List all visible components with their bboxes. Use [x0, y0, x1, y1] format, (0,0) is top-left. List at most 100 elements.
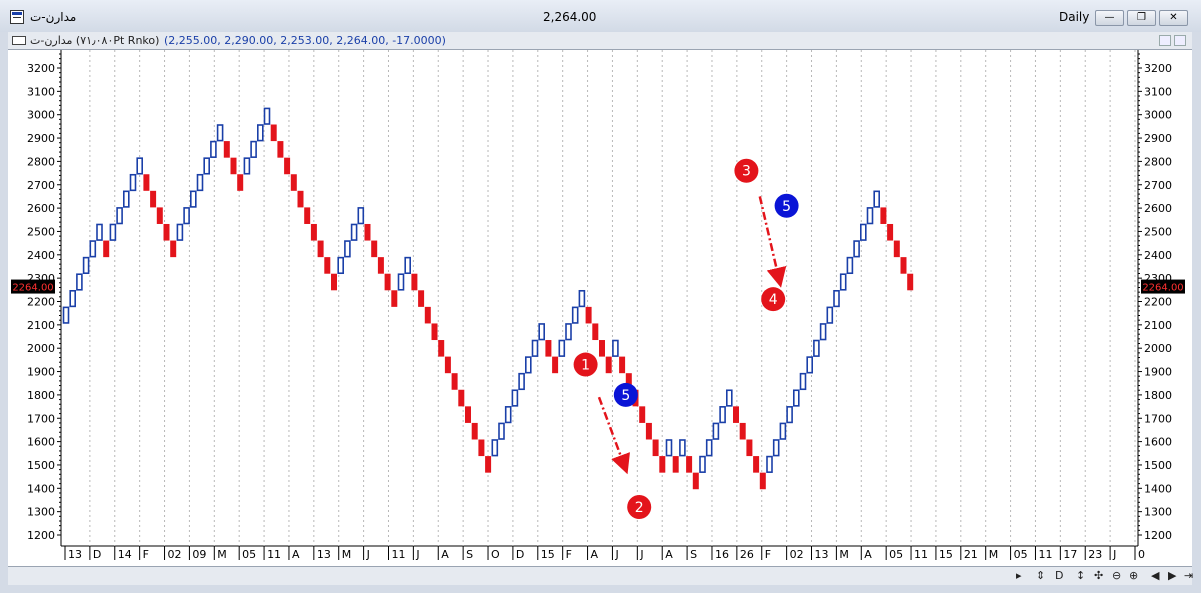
renko-brick-down: [605, 356, 612, 374]
series-window-icon[interactable]: [12, 36, 26, 45]
renko-brick-down: [438, 340, 445, 357]
x-tick-label: S: [466, 548, 473, 561]
scroll-next-icon[interactable]: ▶: [1168, 569, 1176, 582]
y-tick-label-right: 1500: [1144, 459, 1172, 472]
trend-arrow: [597, 396, 630, 475]
renko-brick-up: [665, 439, 673, 457]
renko-brick-down: [585, 306, 592, 324]
renko-brick-up: [89, 240, 97, 258]
renko-brick-up: [243, 157, 251, 175]
renko-brick-up: [873, 190, 881, 208]
y-tick-label-left: 2200: [27, 296, 55, 309]
renko-brick-down: [893, 240, 900, 258]
renko-brick-up: [76, 273, 83, 291]
x-tick-label: A: [665, 548, 673, 561]
y-tick-label-left: 3100: [27, 85, 55, 98]
y-tick-label-left: 2400: [27, 249, 55, 262]
x-tick-label: 16: [715, 548, 729, 561]
renko-brick-down: [310, 223, 317, 241]
renko-chart[interactable]: 13 D 14 F 02 09 M 05 11 A 13 M J 11 J A S O D 15 F A J J A S 16 26 F…: [8, 50, 1192, 566]
y-tick-label-right: 2700: [1144, 179, 1172, 192]
fit-vertical-icon[interactable]: ⇕: [1036, 569, 1045, 582]
x-tick-label: 17: [1063, 548, 1077, 561]
zoom-in-icon[interactable]: ⊕: [1129, 569, 1138, 582]
pan-icon[interactable]: ✣: [1094, 569, 1103, 582]
x-tick-label: 05: [889, 548, 903, 561]
renko-brick-up: [196, 173, 204, 192]
y-tick-label-left: 2500: [27, 225, 55, 238]
renko-brick-down: [331, 273, 337, 291]
annotation-marker-4: 4: [761, 287, 786, 312]
renko-brick-down: [270, 124, 277, 142]
annotation-label: 2: [635, 500, 644, 516]
renko-brick-down: [619, 356, 626, 374]
scale-icon[interactable]: ↕: [1076, 569, 1085, 582]
annotation-label: 4: [769, 292, 778, 308]
renko-brick-down: [324, 257, 331, 274]
renko-brick-down: [297, 190, 304, 208]
annotation-marker-2: 2: [627, 494, 652, 519]
renko-brick-up: [779, 422, 787, 440]
renko-brick-up: [109, 223, 117, 241]
data-window-icon[interactable]: D: [1055, 569, 1063, 582]
renko-brick-up: [705, 439, 713, 457]
renko-brick-up: [62, 306, 70, 324]
y-tick-label-right: 3100: [1144, 85, 1172, 98]
scroll-end-icon[interactable]: ⇥: [1184, 569, 1193, 582]
renko-brick-up: [190, 190, 197, 208]
x-tick-label: 02: [790, 548, 804, 561]
annotation-label: 5: [782, 199, 791, 215]
renko-brick-down: [411, 273, 418, 291]
y-tick-label-left: 2900: [27, 132, 55, 145]
renko-brick-down: [284, 157, 291, 175]
y-tick-label-right: 2400: [1144, 249, 1172, 262]
renko-brick-up: [498, 422, 505, 440]
chart-area[interactable]: 13 D 14 F 02 09 M 05 11 A 13 M J 11 J A S O D 15 F A J J A S 16 26 F…: [8, 50, 1192, 566]
y-tick-label-right: 2800: [1144, 155, 1172, 168]
x-tick-label: J: [614, 548, 618, 561]
last-value-marker-right: 2264.00: [1141, 279, 1185, 294]
pane-close-button[interactable]: [1174, 35, 1186, 46]
pane-maximize-button[interactable]: [1159, 35, 1171, 46]
x-tick-label: 15: [939, 548, 953, 561]
y-tick-label-right: 2500: [1144, 225, 1172, 238]
x-tick-label: 11: [391, 548, 405, 561]
renko-brick-up: [350, 223, 358, 241]
renko-brick-up: [792, 389, 800, 407]
zoom-out-icon[interactable]: ⊖: [1112, 569, 1121, 582]
y-tick-label-left: 1400: [27, 482, 55, 495]
y-tick-label-right: 1900: [1144, 366, 1172, 379]
restore-button[interactable]: ❐: [1127, 10, 1156, 26]
scroll-right-icon[interactable]: ▸: [1016, 569, 1022, 582]
renko-brick-down: [465, 406, 471, 423]
close-button[interactable]: ✕: [1159, 10, 1188, 26]
x-tick-label: 14: [118, 548, 132, 561]
period-label: Daily: [1059, 10, 1090, 24]
y-tick-label-right: 2600: [1144, 202, 1172, 215]
y-tick-label-left: 1500: [27, 459, 55, 472]
renko-brick-up: [833, 289, 840, 308]
minimize-button[interactable]: —: [1095, 10, 1124, 26]
renko-brick-up: [819, 323, 827, 341]
renko-brick-down: [364, 223, 371, 241]
renko-brick-up: [136, 157, 143, 175]
renko-brick-up: [839, 273, 847, 291]
x-tick-label: F: [566, 548, 572, 561]
y-tick-label-left: 3000: [27, 109, 55, 122]
renko-brick-up: [799, 372, 807, 391]
renko-brick-down: [163, 223, 170, 241]
x-tick-label: 02: [168, 548, 182, 561]
bottom-toolbar: ▸ ⇕ D ↕ ✣ ⊖ ⊕ ◀ ▶ ⇥: [8, 566, 1193, 585]
annotation-marker-5: 5: [774, 193, 799, 218]
renko-brick-down: [753, 456, 760, 473]
renko-brick-up: [216, 124, 224, 142]
app-icon[interactable]: [10, 10, 24, 24]
series-name: مدارن-ت (۷۱٫۰۸۰Pt Rnko): [30, 34, 160, 47]
scroll-left-icon[interactable]: ◀: [1151, 569, 1159, 582]
annotation-label: 3: [742, 164, 751, 180]
y-tick-label-left: 2600: [27, 202, 55, 215]
y-tick-label-right: 1800: [1144, 389, 1172, 402]
renko-brick-down: [759, 472, 766, 490]
renko-brick-up: [679, 439, 686, 457]
y-tick-label-left: 1200: [27, 529, 55, 542]
